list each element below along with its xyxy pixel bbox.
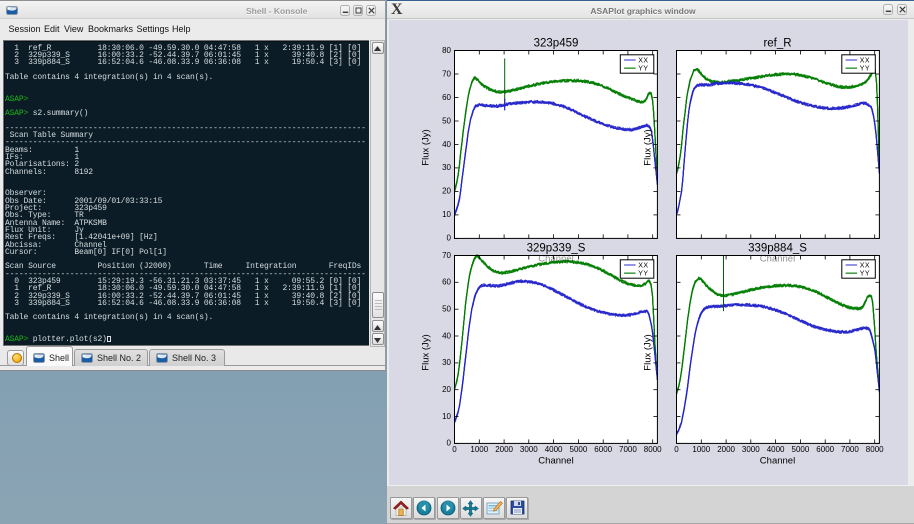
svg-text:0: 0 (674, 445, 679, 454)
svg-text:2000: 2000 (495, 445, 513, 454)
svg-text:8000: 8000 (644, 445, 662, 454)
svg-text:Channel: Channel (538, 456, 573, 467)
svg-text:Flux (Jy): Flux (Jy) (421, 334, 432, 370)
svg-text:1000: 1000 (692, 445, 710, 454)
svg-text:2000: 2000 (717, 445, 735, 454)
svg-text:ref_R: ref_R (763, 38, 791, 50)
svg-text:40: 40 (442, 140, 451, 149)
svg-text:10: 10 (442, 412, 451, 421)
svg-text:6000: 6000 (594, 445, 612, 454)
svg-text:YY: YY (638, 271, 648, 278)
svg-text:XX: XX (638, 263, 648, 270)
svg-text:0: 0 (447, 234, 452, 243)
svg-text:YY: YY (638, 66, 648, 73)
svg-text:4000: 4000 (545, 445, 563, 454)
svg-text:XX: XX (860, 58, 870, 65)
svg-text:Channel: Channel (760, 456, 795, 467)
svg-text:0: 0 (452, 445, 457, 454)
svg-text:3000: 3000 (520, 445, 538, 454)
svg-text:60: 60 (442, 278, 451, 287)
svg-text:60: 60 (442, 93, 451, 102)
svg-text:Flux (Jy): Flux (Jy) (643, 334, 654, 370)
svg-text:XX: XX (638, 58, 648, 65)
svg-text:Flux (Jy): Flux (Jy) (421, 129, 432, 165)
svg-text:323p459: 323p459 (534, 38, 579, 50)
svg-text:80: 80 (442, 46, 451, 55)
svg-text:40: 40 (442, 331, 451, 340)
svg-text:1000: 1000 (470, 445, 488, 454)
svg-text:50: 50 (442, 116, 451, 125)
svg-text:5000: 5000 (792, 445, 810, 454)
svg-text:5000: 5000 (570, 445, 588, 454)
svg-text:4000: 4000 (767, 445, 785, 454)
svg-text:8000: 8000 (866, 445, 884, 454)
svg-text:6000: 6000 (816, 445, 834, 454)
svg-text:10: 10 (442, 210, 451, 219)
svg-text:70: 70 (442, 251, 451, 260)
svg-text:30: 30 (442, 358, 451, 367)
svg-text:YY: YY (860, 66, 870, 73)
svg-text:70: 70 (442, 69, 451, 78)
svg-text:20: 20 (442, 187, 451, 196)
svg-text:Channel: Channel (538, 254, 573, 265)
svg-text:0: 0 (447, 439, 452, 448)
svg-text:50: 50 (442, 305, 451, 314)
svg-text:Flux (Jy): Flux (Jy) (643, 129, 654, 165)
svg-text:7000: 7000 (619, 445, 637, 454)
svg-text:XX: XX (860, 263, 870, 270)
svg-text:YY: YY (860, 271, 870, 278)
svg-text:3000: 3000 (742, 445, 760, 454)
svg-text:20: 20 (442, 385, 451, 394)
svg-text:7000: 7000 (841, 445, 859, 454)
svg-text:30: 30 (442, 163, 451, 172)
svg-text:Channel: Channel (760, 254, 795, 265)
